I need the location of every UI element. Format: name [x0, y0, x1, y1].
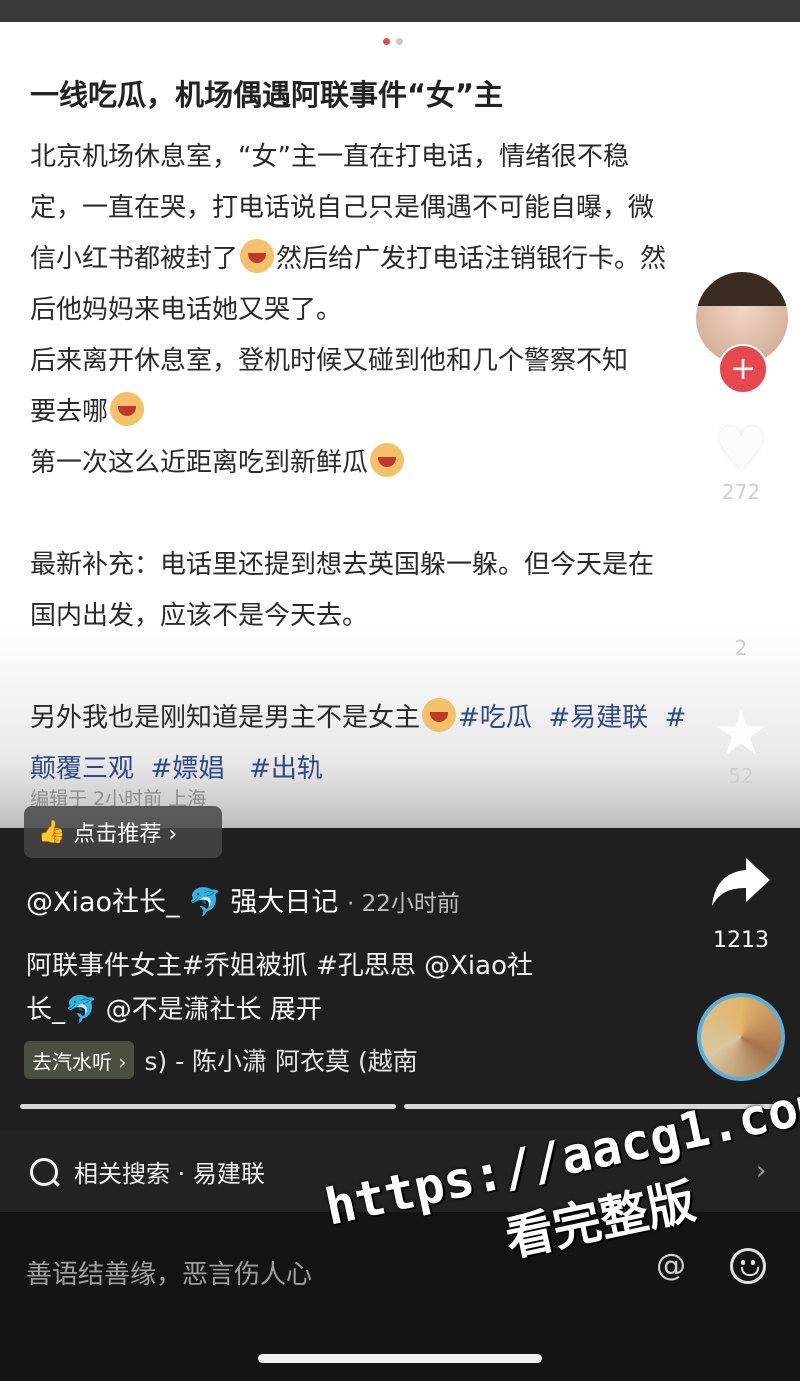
caption-text: 长_ [26, 995, 66, 1025]
hashtag-link[interactable]: # [665, 703, 687, 733]
post-time: · 22小时前 [346, 891, 460, 917]
recommend-button[interactable]: 👍 点击推荐 › [24, 806, 222, 858]
post-text: 要去哪 [30, 397, 109, 427]
comment-bubble-icon: ··· [712, 570, 770, 618]
post-line: 北京机场休息室，“女”主一直在打电话，情绪很不稳 [30, 142, 629, 172]
comment-count: 2 [734, 636, 748, 660]
post-text: 然后给广发打电话注销银行卡。然 [276, 244, 667, 274]
post-title: 一线吃瓜，机场偶遇阿联事件“女”主 [30, 78, 504, 112]
hashtag-link[interactable]: #吃瓜 [458, 703, 532, 733]
search-icon [30, 1158, 58, 1186]
caption-text: @不是潇社长 [97, 995, 270, 1025]
comment-button[interactable]: ··· 2 [710, 570, 772, 660]
share-count: 1213 [713, 928, 769, 953]
hashtag-link[interactable]: #易建联 [548, 703, 648, 733]
post-line: 要去哪 [30, 387, 770, 438]
recommend-label: 点击推荐 › [73, 822, 178, 847]
crying-emoji-icon [240, 239, 275, 273]
at-mention-icon[interactable]: @ [656, 1248, 686, 1283]
crying-emoji-icon [110, 392, 145, 426]
comment-input[interactable]: 善语结善缘，恶言伤人心 [26, 1254, 312, 1291]
caption-line: 长_🐬 @不是潇社长 展开 [26, 988, 606, 1032]
music-row: 去汽水听 › s) - 陈小潇 阿衣莫 (越南 [24, 1040, 454, 1080]
post-line: 后他妈妈来电话她又哭了。 [30, 295, 343, 325]
dolphin-emoji-icon: 🐬 [188, 887, 222, 918]
music-title: s) - 陈小潇 阿衣莫 (越南 [144, 1047, 418, 1076]
post-line: 最新补充：电话里还提到想去英国躲一躲。但今天是在 [30, 550, 655, 580]
follow-button[interactable]: + [718, 344, 768, 394]
author-diary: 强大日记 [230, 887, 339, 918]
share-icon[interactable] [708, 852, 774, 912]
post-text: 另外我也是刚知道是男主不是女主 [30, 703, 421, 733]
emoji-picker-icon[interactable] [730, 1248, 766, 1284]
heart-icon: ♥ [714, 415, 768, 485]
listen-in-qishui-button[interactable]: 去汽水听 › [24, 1041, 135, 1079]
related-search-label: 相关搜索 · 易建联 [74, 1160, 265, 1188]
like-button[interactable]: ♥ 272 [710, 420, 772, 504]
caption-line: 阿联事件女主#乔姐被抓 #孔思思 @Xiao社 [26, 951, 533, 981]
favorite-button[interactable]: ★ 52 [710, 696, 772, 789]
post-body: 北京机场休息室，“女”主一直在打电话，情绪很不稳 定，一直在哭，打电话说自己只是… [30, 132, 770, 795]
hashtag-link[interactable]: 颠覆三观 [30, 754, 134, 784]
video-caption: 阿联事件女主#乔姐被抓 #孔思思 @Xiao社 长_🐬 @不是潇社长 展开 [26, 944, 606, 1032]
crying-emoji-icon [370, 443, 405, 477]
post-line: 国内出发，应该不是今天去。 [30, 601, 369, 631]
music-disc-avatar[interactable] [697, 993, 785, 1081]
post-line: 定，一直在哭，打电话说自己只是偶遇不可能自曝，微 [30, 193, 655, 223]
pager-dot [396, 38, 403, 45]
author-handle[interactable]: @Xiao社长_ [26, 887, 180, 918]
star-icon: ★ [713, 696, 769, 769]
hashtag-link[interactable]: #出轨 [249, 754, 323, 784]
thumbs-up-icon: 👍 [38, 819, 66, 845]
post-line: 信小红书都被封了 然后给广发打电话注销银行卡。然 [30, 234, 770, 285]
expand-link[interactable]: 展开 [270, 995, 322, 1025]
crying-emoji-icon [422, 698, 457, 732]
hashtag-link[interactable]: #嫖娼 [151, 754, 225, 784]
status-strip [0, 0, 800, 22]
author-line: @Xiao社长_ 🐬 强大日记 · 22小时前 [26, 880, 460, 919]
post-text: 第一次这么近距离吃到新鲜瓜 [30, 448, 369, 478]
image-pager-dots [383, 38, 403, 45]
pager-dot-active [383, 38, 390, 45]
post-line: 后来离开休息室，登机时候又碰到他和几个警察不知 [30, 346, 629, 376]
post-line: 另外我也是刚知道是男主不是女主 #吃瓜 #易建联 # [30, 693, 770, 744]
post-line: 第一次这么近距离吃到新鲜瓜 [30, 438, 770, 489]
dolphin-emoji-icon: 🐬 [65, 995, 98, 1025]
post-text: 信小红书都被封了 [30, 244, 239, 274]
home-indicator [258, 1354, 542, 1363]
progress-segment [20, 1104, 396, 1109]
